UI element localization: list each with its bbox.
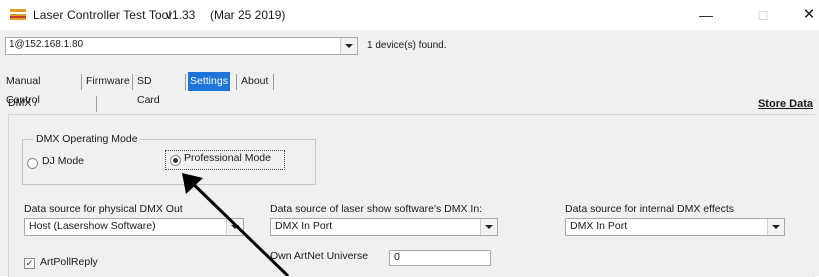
annotation-arrow	[182, 173, 290, 276]
annotation-arrow-shaft	[184, 175, 290, 276]
